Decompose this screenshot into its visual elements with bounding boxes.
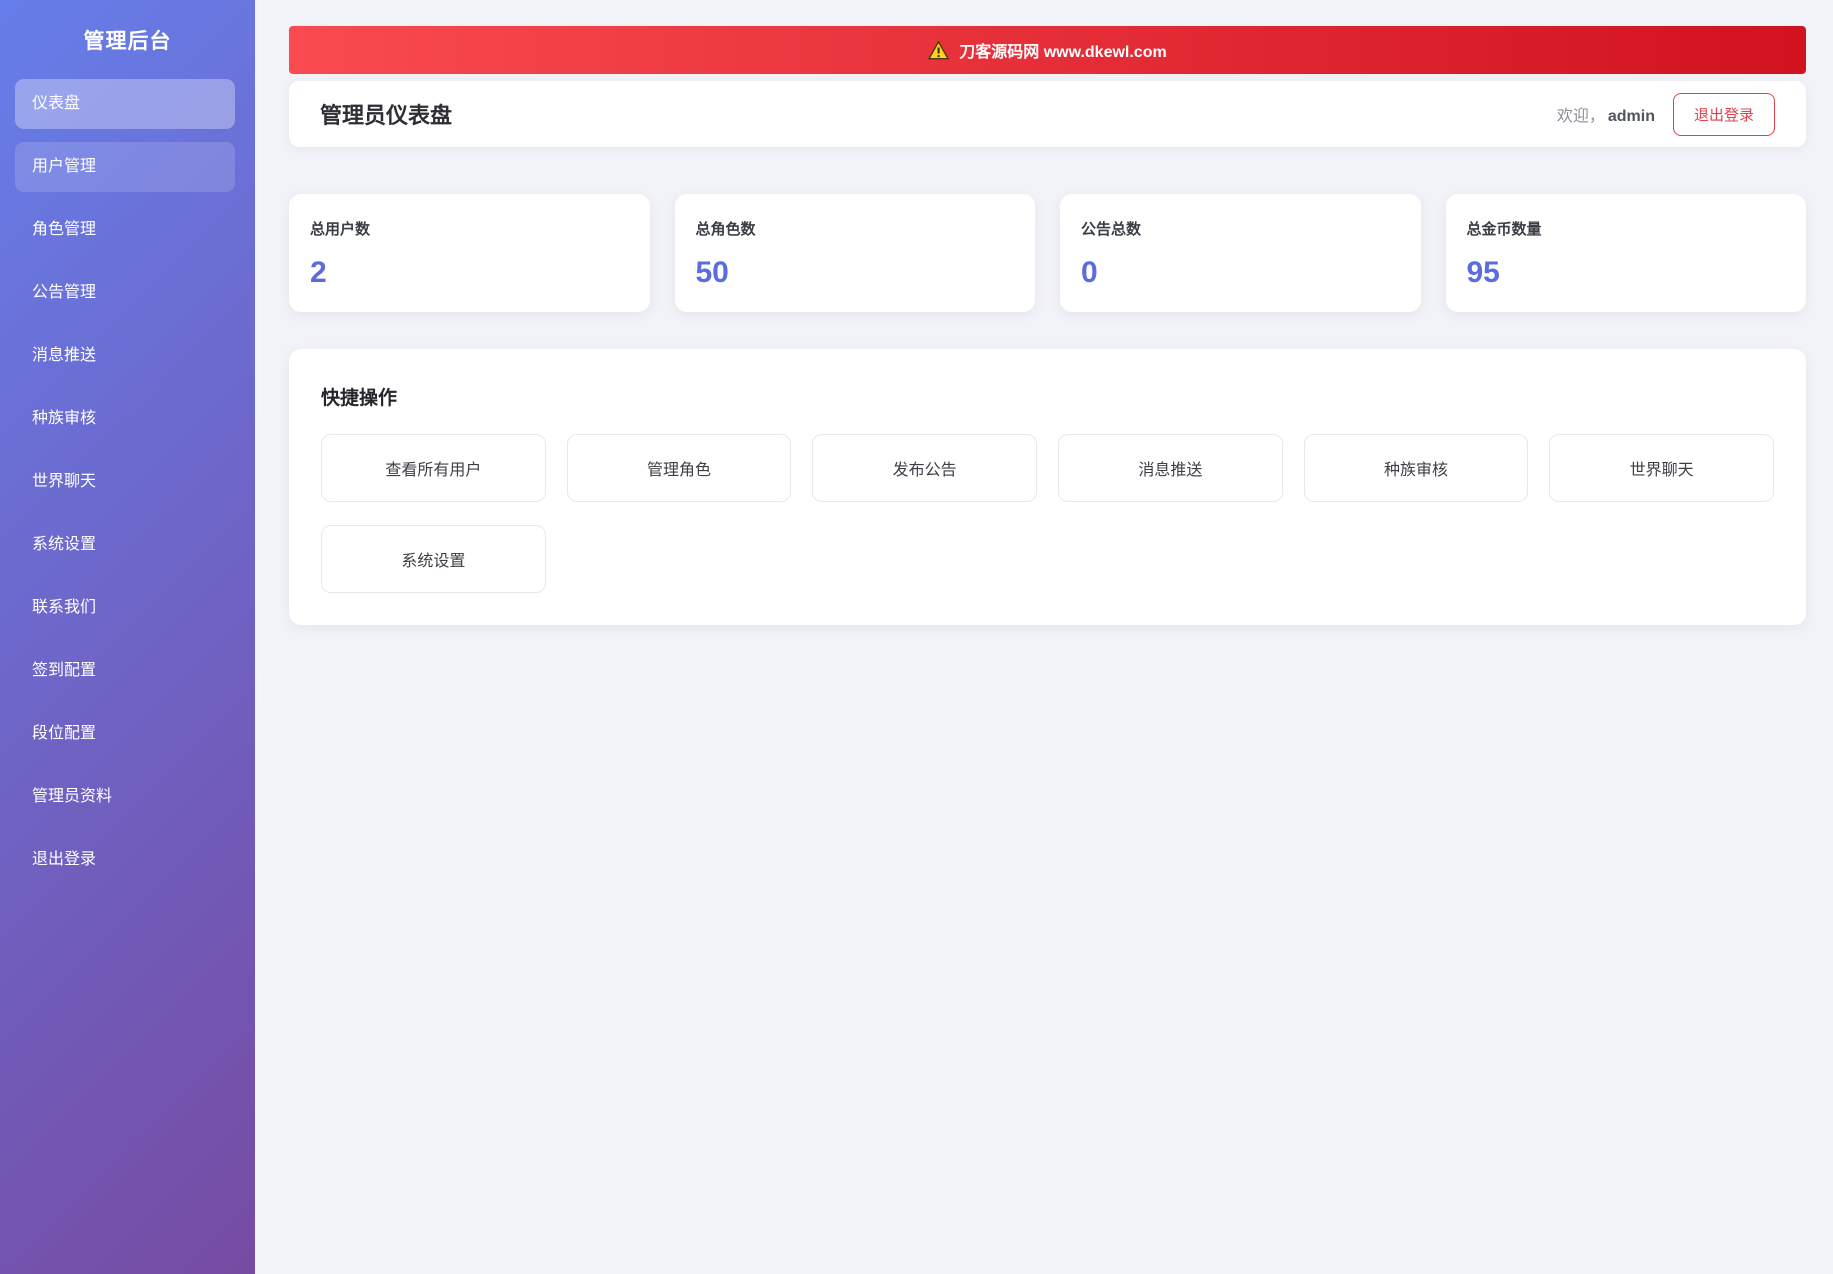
sidebar-item[interactable]: 联系我们	[15, 583, 235, 633]
quick-action-button[interactable]: 系统设置	[321, 525, 546, 593]
sidebar-item-label: 世界聊天	[32, 473, 97, 490]
sidebar-item[interactable]: 消息推送	[15, 331, 235, 381]
stat-value: 95	[1466, 256, 1500, 289]
stat-label: 公告总数	[1081, 221, 1142, 238]
stat-label: 总用户数	[310, 221, 371, 238]
sidebar-item-label: 签到配置	[32, 662, 97, 679]
welcome-prefix: 欢迎，	[1556, 108, 1605, 125]
stat-card: 总用户数 2	[289, 194, 650, 312]
sidebar-item[interactable]: 管理员资料	[15, 772, 235, 822]
logout-button[interactable]: 退出登录	[1672, 92, 1775, 136]
stat-label: 总金币数量	[1466, 221, 1542, 238]
sidebar-item-label: 仪表盘	[32, 95, 81, 112]
quick-actions-card: 快捷操作 查看所有用户 管理角色 发布公告 消息推送 种族审核 世界聊天 系统设…	[289, 349, 1806, 625]
sidebar-item[interactable]: 世界聊天	[15, 457, 235, 507]
sidebar-item-label: 角色管理	[32, 221, 97, 238]
sidebar-item[interactable]: 种族审核	[15, 394, 235, 444]
welcome-text: 欢迎， admin	[1557, 102, 1655, 126]
quick-action-button[interactable]: 查看所有用户	[321, 434, 546, 502]
quick-actions-grid: 查看所有用户 管理角色 发布公告 消息推送 种族审核 世界聊天 系统设置	[321, 434, 1774, 593]
sidebar-item-label: 用户管理	[32, 158, 97, 175]
quick-action-button[interactable]: 消息推送	[1058, 434, 1283, 502]
main-content: 刀客源码网 www.dkewl.com 管理员仪表盘 欢迎， admin 退出登录…	[255, 0, 1833, 625]
warning-icon	[928, 40, 950, 60]
quick-action-button[interactable]: 管理角色	[566, 434, 792, 502]
stat-value: 50	[695, 256, 729, 289]
sidebar-item[interactable]: 退出登录	[15, 835, 235, 885]
page-title: 管理员仪表盘	[320, 103, 453, 128]
sidebar-item[interactable]: 系统设置	[15, 520, 235, 570]
sidebar-title: 管理后台	[83, 30, 172, 53]
sidebar-item[interactable]: 公告管理	[15, 268, 235, 318]
quick-actions-title: 快捷操作	[321, 388, 398, 409]
sidebar-item-label: 消息推送	[32, 347, 97, 364]
stat-value: 0	[1081, 256, 1098, 289]
quick-action-button[interactable]: 种族审核	[1303, 434, 1529, 502]
sidebar-item[interactable]: 角色管理	[15, 205, 235, 255]
banner-text: 刀客源码网 www.dkewl.com	[959, 44, 1167, 61]
sidebar-item-label: 种族审核	[32, 410, 97, 427]
stat-card: 总角色数 50	[674, 194, 1035, 312]
sidebar-item-label: 公告管理	[32, 284, 97, 301]
sidebar-item[interactable]: 签到配置	[15, 646, 235, 696]
sidebar-item-label: 联系我们	[32, 599, 97, 616]
sidebar-item-label: 系统设置	[32, 536, 97, 553]
sidebar-item-label: 管理员资料	[32, 788, 113, 805]
quick-action-button[interactable]: 发布公告	[812, 434, 1037, 502]
quick-action-button[interactable]: 世界聊天	[1549, 434, 1774, 502]
stat-card: 总金币数量 95	[1445, 194, 1806, 312]
sidebar: 管理后台 仪表盘 用户管理 角色管理 公告管理 消息推送 种族审核 世界聊天 系…	[0, 0, 255, 1274]
stats-row: 总用户数 2 总角色数 50 公告总数 0 总金币数量 95	[289, 194, 1806, 312]
sidebar-item[interactable]: 仪表盘	[15, 79, 235, 129]
username: admin	[1607, 108, 1655, 125]
stat-value: 2	[310, 256, 327, 289]
sidebar-item-label: 退出登录	[32, 851, 97, 868]
page-header: 管理员仪表盘 欢迎， admin 退出登录	[289, 81, 1806, 147]
sidebar-item[interactable]: 段位配置	[15, 709, 235, 759]
notice-banner: 刀客源码网 www.dkewl.com	[289, 26, 1806, 74]
sidebar-nav: 仪表盘 用户管理 角色管理 公告管理 消息推送 种族审核 世界聊天 系统设置 联…	[0, 79, 255, 885]
stat-label: 总角色数	[695, 221, 756, 238]
sidebar-item[interactable]: 用户管理	[15, 142, 235, 192]
stat-card: 公告总数 0	[1060, 194, 1421, 312]
header-right: 欢迎， admin 退出登录	[1557, 92, 1775, 136]
sidebar-item-label: 段位配置	[32, 725, 97, 742]
